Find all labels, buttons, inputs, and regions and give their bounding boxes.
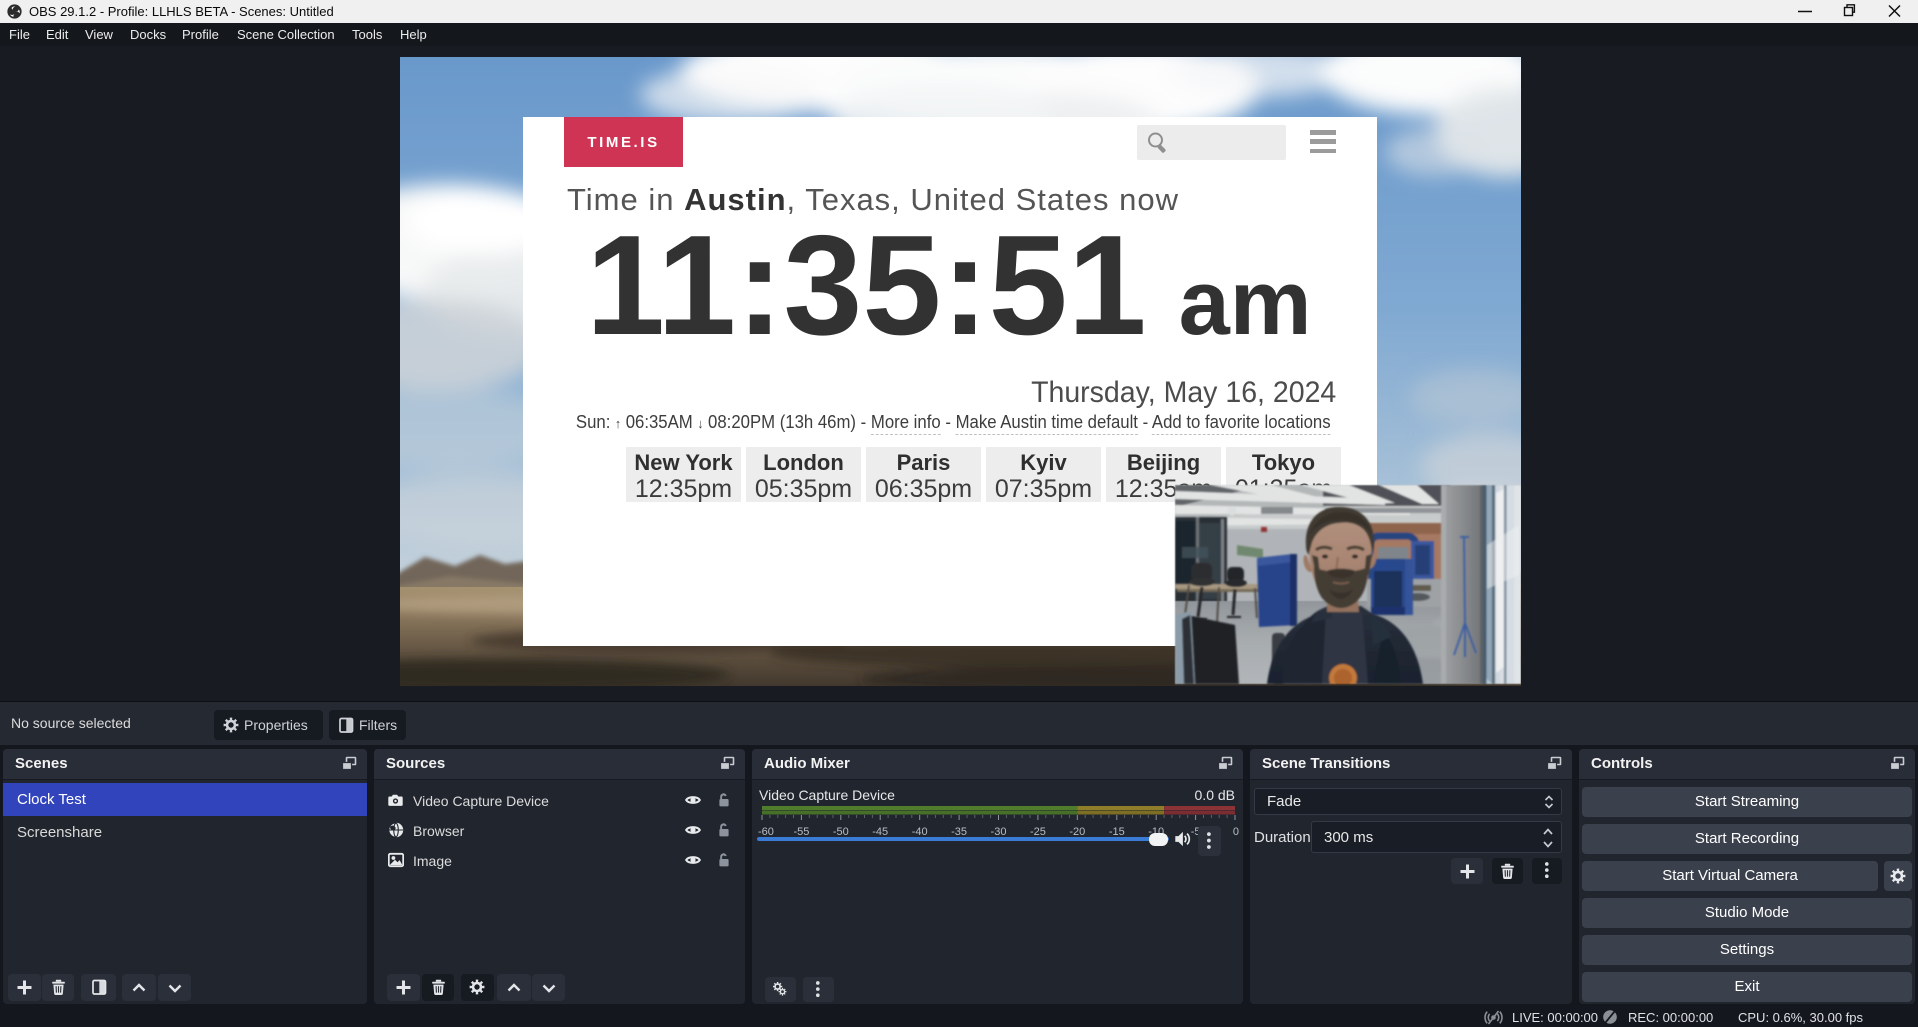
- svg-text:0.0 dB: 0.0 dB: [1195, 787, 1235, 803]
- svg-text:0: 0: [1233, 826, 1239, 838]
- svg-text:Video Capture Device: Video Capture Device: [759, 787, 895, 803]
